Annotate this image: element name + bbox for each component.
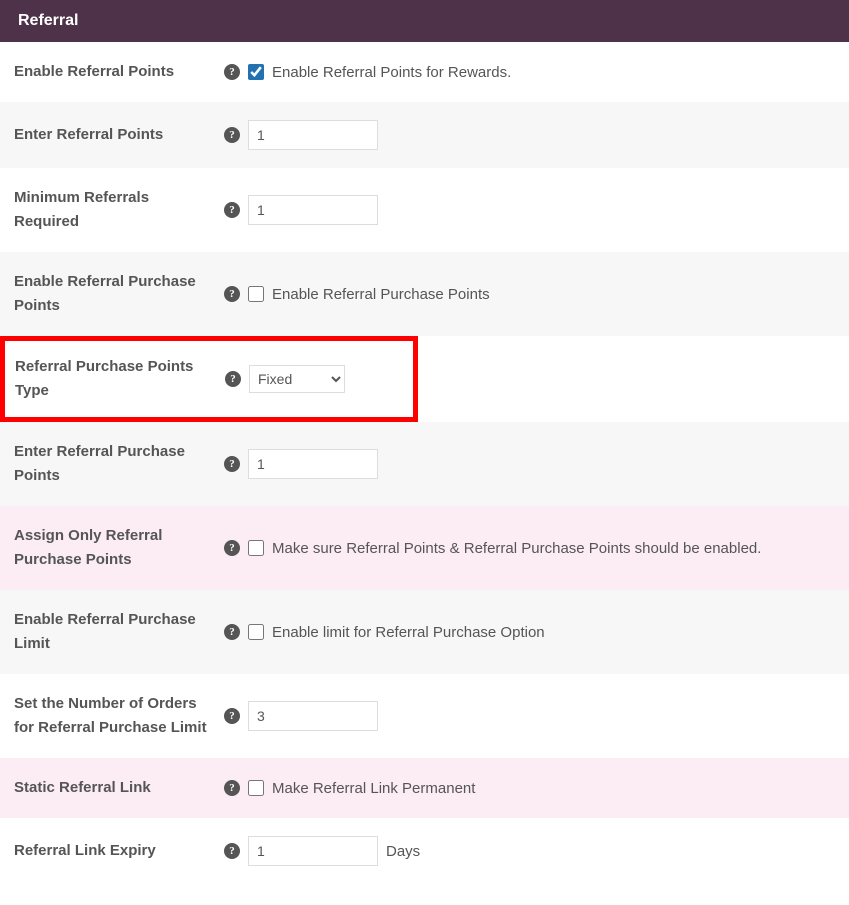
checkbox-enable-referral-purchase-limit[interactable]: [248, 624, 264, 640]
checkbox-assign-only-referral-purchase-points[interactable]: [248, 540, 264, 556]
label-assign-only-referral-purchase-points: Assign Only Referral Purchase Points: [14, 524, 224, 572]
row-referral-purchase-points-type: Referral Purchase Points Type ? Fixed: [0, 336, 418, 422]
checkbox-enable-referral-purchase-points[interactable]: [248, 286, 264, 302]
row-assign-only-referral-purchase-points: Assign Only Referral Purchase Points ? M…: [0, 506, 849, 590]
label-referral-purchase-points-type: Referral Purchase Points Type: [15, 355, 225, 403]
row-static-referral-link: Static Referral Link ? Make Referral Lin…: [0, 758, 849, 818]
desc-assign-only-referral-purchase-points: Make sure Referral Points & Referral Pur…: [272, 540, 761, 557]
row-referral-link-expiry: Referral Link Expiry ? Days: [0, 818, 849, 884]
label-set-number-orders-referral-limit: Set the Number of Orders for Referral Pu…: [14, 692, 224, 740]
help-icon[interactable]: ?: [224, 780, 240, 796]
panel-title: Referral: [18, 12, 78, 29]
input-referral-link-expiry[interactable]: [248, 836, 378, 866]
suffix-referral-link-expiry: Days: [386, 843, 420, 860]
desc-enable-referral-purchase-points: Enable Referral Purchase Points: [272, 286, 490, 303]
checkbox-enable-referral-points[interactable]: [248, 64, 264, 80]
input-enter-referral-purchase-points[interactable]: [248, 449, 378, 479]
checkbox-static-referral-link[interactable]: [248, 780, 264, 796]
row-enable-referral-purchase-limit: Enable Referral Purchase Limit ? Enable …: [0, 590, 849, 674]
select-referral-purchase-points-type[interactable]: Fixed: [249, 365, 345, 393]
panel-header: Referral: [0, 0, 849, 42]
label-enable-referral-purchase-points: Enable Referral Purchase Points: [14, 270, 224, 318]
input-minimum-referrals-required[interactable]: [248, 195, 378, 225]
row-enter-referral-purchase-points: Enter Referral Purchase Points ?: [0, 422, 849, 506]
label-enable-referral-purchase-limit: Enable Referral Purchase Limit: [14, 608, 224, 656]
row-set-number-orders-referral-limit: Set the Number of Orders for Referral Pu…: [0, 674, 849, 758]
help-icon[interactable]: ?: [224, 456, 240, 472]
help-icon[interactable]: ?: [224, 202, 240, 218]
input-enter-referral-points[interactable]: [248, 120, 378, 150]
row-minimum-referrals-required: Minimum Referrals Required ?: [0, 168, 849, 252]
label-static-referral-link: Static Referral Link: [14, 776, 224, 800]
help-icon[interactable]: ?: [224, 708, 240, 724]
label-minimum-referrals-required: Minimum Referrals Required: [14, 186, 224, 234]
help-icon[interactable]: ?: [224, 64, 240, 80]
help-icon[interactable]: ?: [225, 371, 241, 387]
help-icon[interactable]: ?: [224, 127, 240, 143]
desc-enable-referral-points: Enable Referral Points for Rewards.: [272, 64, 511, 81]
input-set-number-orders-referral-limit[interactable]: [248, 701, 378, 731]
desc-enable-referral-purchase-limit: Enable limit for Referral Purchase Optio…: [272, 624, 545, 641]
label-referral-link-expiry: Referral Link Expiry: [14, 839, 224, 863]
label-enter-referral-points: Enter Referral Points: [14, 123, 224, 147]
label-enter-referral-purchase-points: Enter Referral Purchase Points: [14, 440, 224, 488]
row-enter-referral-points: Enter Referral Points ?: [0, 102, 849, 168]
help-icon[interactable]: ?: [224, 624, 240, 640]
desc-static-referral-link: Make Referral Link Permanent: [272, 780, 475, 797]
help-icon[interactable]: ?: [224, 843, 240, 859]
help-icon[interactable]: ?: [224, 286, 240, 302]
row-enable-referral-purchase-points: Enable Referral Purchase Points ? Enable…: [0, 252, 849, 336]
help-icon[interactable]: ?: [224, 540, 240, 556]
label-enable-referral-points: Enable Referral Points: [14, 60, 224, 84]
row-enable-referral-points: Enable Referral Points ? Enable Referral…: [0, 42, 849, 102]
